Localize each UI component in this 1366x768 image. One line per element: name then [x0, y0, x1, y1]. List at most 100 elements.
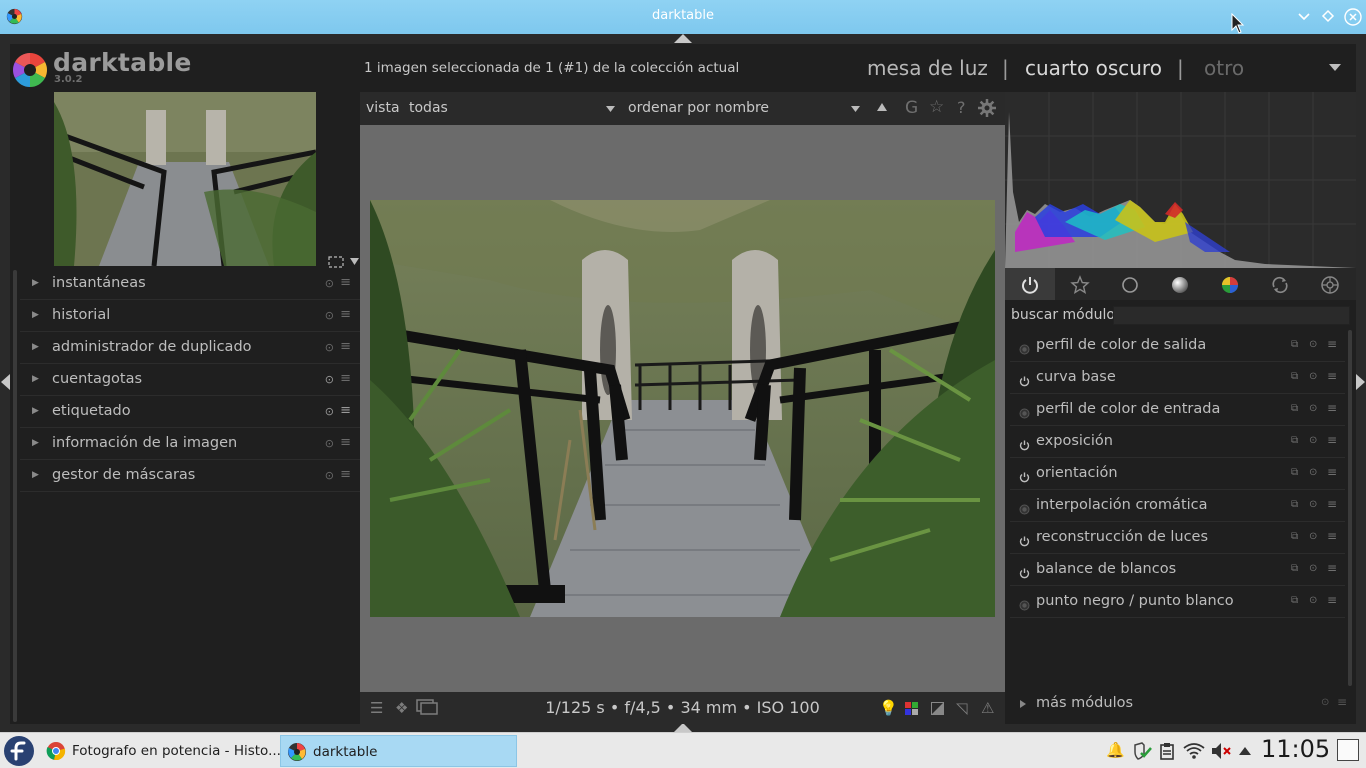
darkroom-module-item[interactable]: orientación ⧉ ⊙ ≡: [1010, 458, 1345, 490]
presets-menu-icon[interactable]: ≡: [340, 307, 351, 322]
updates-shield-icon[interactable]: [1132, 742, 1152, 760]
darkroom-module-item[interactable]: perfil de color de salida ⧉ ⊙ ≡: [1010, 330, 1345, 362]
module-tagging[interactable]: ▶ etiquetado ⊙ ≡: [20, 396, 360, 428]
maximize-icon[interactable]: [1320, 8, 1336, 24]
collapse-top-panel-icon[interactable]: [674, 34, 692, 43]
reset-icon[interactable]: ⊙: [1321, 697, 1329, 708]
reset-icon[interactable]: ⊙: [1309, 371, 1317, 382]
softproof-icon[interactable]: [905, 702, 918, 715]
module-power-on-icon[interactable]: [1019, 532, 1030, 547]
navigation-thumbnail[interactable]: [54, 92, 316, 266]
presets-menu-icon[interactable]: ≡: [340, 467, 351, 482]
module-snapshots[interactable]: ▶ instantáneas ⊙ ≡: [20, 268, 360, 300]
multi-instance-icon[interactable]: ⧉: [1291, 499, 1298, 510]
reset-icon[interactable]: ⊙: [1309, 467, 1317, 478]
darkroom-module-item[interactable]: punto negro / punto blanco ⧉ ⊙ ≡: [1010, 586, 1345, 618]
module-power-on-icon[interactable]: [1019, 436, 1030, 451]
right-panel-scrollbar[interactable]: [1348, 330, 1352, 686]
sort-select[interactable]: nombre: [715, 100, 769, 116]
tab-effect[interactable]: [1305, 268, 1355, 300]
module-power-off-icon[interactable]: [1019, 404, 1030, 419]
presets-menu-icon[interactable]: ≡: [1327, 529, 1337, 543]
reset-icon[interactable]: ⊙: [325, 469, 334, 482]
tab-basic[interactable]: [1105, 268, 1155, 300]
gamut-check-icon[interactable]: [931, 702, 944, 715]
presets-menu-icon[interactable]: ≡: [340, 371, 351, 386]
presets-menu-icon[interactable]: ≡: [340, 275, 351, 290]
darkroom-module-item[interactable]: perfil de color de entrada ⧉ ⊙ ≡: [1010, 394, 1345, 426]
reset-icon[interactable]: ⊙: [1309, 403, 1317, 414]
task-darktable[interactable]: darktable: [280, 735, 517, 767]
multi-instance-icon[interactable]: ⧉: [1291, 563, 1298, 574]
navigation-fit-icon[interactable]: [328, 256, 344, 268]
clock[interactable]: 11:05: [1261, 735, 1330, 763]
module-color-picker[interactable]: ▶ cuentagotas ⊙ ≡: [20, 364, 360, 396]
reset-icon[interactable]: ⊙: [1309, 563, 1317, 574]
view-darkroom-link[interactable]: cuarto oscuro: [1025, 56, 1162, 80]
presets-menu-icon[interactable]: ≡: [1327, 561, 1337, 575]
tab-tone[interactable]: [1155, 268, 1205, 300]
collapse-bottom-panel-icon[interactable]: [674, 723, 692, 732]
volume-muted-icon[interactable]: [1211, 742, 1231, 760]
multi-instance-icon[interactable]: ⧉: [1291, 595, 1298, 606]
views-dropdown-icon[interactable]: [1329, 64, 1341, 72]
help-icon[interactable]: ?: [957, 98, 966, 117]
module-power-off-icon[interactable]: [1019, 500, 1030, 515]
multi-instance-icon[interactable]: ⧉: [1291, 339, 1298, 350]
reset-icon[interactable]: ⊙: [325, 309, 334, 322]
grouping-icon[interactable]: G: [905, 98, 918, 118]
multi-instance-icon[interactable]: ⧉: [1291, 467, 1298, 478]
darkroom-module-item[interactable]: balance de blancos ⧉ ⊙ ≡: [1010, 554, 1345, 586]
module-power-off-icon[interactable]: [1019, 596, 1030, 611]
close-icon[interactable]: [1344, 8, 1362, 26]
presets-menu-icon[interactable]: ≡: [340, 435, 351, 450]
display-profile-icon[interactable]: 💡: [879, 699, 898, 717]
fedora-start-menu-icon[interactable]: [3, 735, 35, 767]
reset-icon[interactable]: ⊙: [1309, 531, 1317, 542]
collapse-left-panel-icon[interactable]: [1, 374, 10, 390]
presets-menu-icon[interactable]: ≡: [1327, 433, 1337, 447]
view-filter-dropdown-icon[interactable]: [606, 106, 615, 112]
presets-menu-icon[interactable]: ≡: [340, 403, 351, 418]
multi-instance-icon[interactable]: ⧉: [1291, 403, 1298, 414]
reset-icon[interactable]: ⊙: [325, 373, 334, 386]
wifi-icon[interactable]: [1183, 742, 1205, 760]
more-modules-section[interactable]: más módulos ⊙ ≡: [1010, 690, 1347, 718]
reset-icon[interactable]: ⊙: [325, 341, 334, 354]
view-filter-select[interactable]: todas: [409, 100, 448, 116]
reset-icon[interactable]: ⊙: [1309, 339, 1317, 350]
darkroom-module-item[interactable]: reconstrucción de luces ⧉ ⊙ ≡: [1010, 522, 1345, 554]
module-history[interactable]: ▶ historial ⊙ ≡: [20, 300, 360, 332]
main-image-canvas[interactable]: [370, 200, 995, 617]
module-power-on-icon[interactable]: [1019, 564, 1030, 579]
multi-instance-icon[interactable]: ⧉: [1291, 371, 1298, 382]
view-other-link[interactable]: otro: [1204, 56, 1244, 80]
star-overlays-icon[interactable]: ☆: [929, 97, 944, 117]
tab-active-modules[interactable]: [1005, 268, 1055, 300]
darkroom-module-item[interactable]: curva base ⧉ ⊙ ≡: [1010, 362, 1345, 394]
show-desktop-button[interactable]: [1337, 739, 1359, 761]
task-chrome[interactable]: Fotografo en potencia - Histo...: [40, 735, 281, 767]
raw-overexposed-icon[interactable]: ◹: [956, 699, 968, 717]
module-power-on-icon[interactable]: [1019, 468, 1030, 483]
presets-menu-icon[interactable]: ≡: [1327, 369, 1337, 383]
module-image-information[interactable]: ▶ información de la imagen ⊙ ≡: [20, 428, 360, 460]
notifications-bell-icon[interactable]: 🔔: [1106, 741, 1125, 759]
reset-icon[interactable]: ⊙: [1309, 435, 1317, 446]
presets-menu-icon[interactable]: ≡: [340, 339, 351, 354]
reset-icon[interactable]: ⊙: [1309, 499, 1317, 510]
preferences-gear-icon[interactable]: [978, 99, 996, 117]
view-lighttable-link[interactable]: mesa de luz: [867, 56, 988, 80]
search-module-input[interactable]: [1113, 306, 1350, 325]
reset-icon[interactable]: ⊙: [1309, 595, 1317, 606]
tab-color[interactable]: [1205, 268, 1255, 300]
module-mask-manager[interactable]: ▶ gestor de máscaras ⊙ ≡: [20, 460, 360, 492]
multi-instance-icon[interactable]: ⧉: [1291, 531, 1298, 542]
presets-menu-icon[interactable]: ≡: [1327, 497, 1337, 511]
presets-menu-icon[interactable]: ≡: [1327, 337, 1337, 351]
sort-order-icon[interactable]: [877, 103, 887, 111]
reset-icon[interactable]: ⊙: [325, 437, 334, 450]
left-panel-scrollbar[interactable]: [13, 270, 17, 722]
presets-menu-icon[interactable]: ≡: [1327, 401, 1337, 415]
multi-instance-icon[interactable]: ⧉: [1291, 435, 1298, 446]
